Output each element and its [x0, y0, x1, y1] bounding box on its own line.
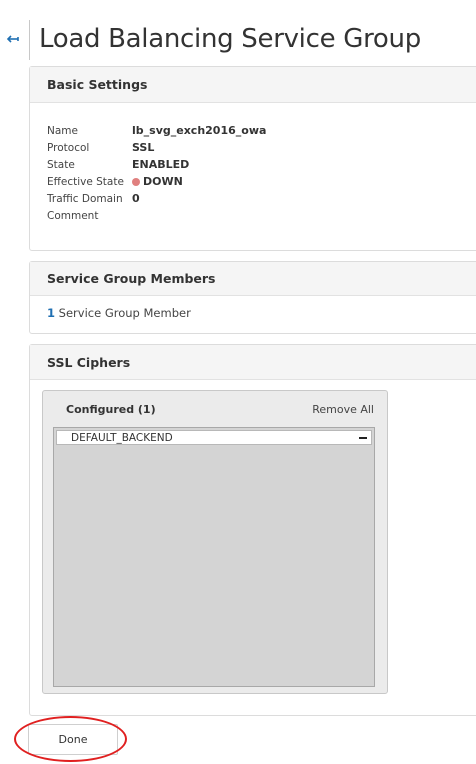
configured-ciphers-box: Configured (1) Remove All DEFAULT_BACKEN…: [42, 390, 388, 694]
setting-label: Name: [47, 124, 78, 137]
list-item[interactable]: DEFAULT_BACKEND: [56, 430, 372, 445]
setting-value: SSL: [132, 141, 155, 154]
effective-state-value: DOWN: [132, 175, 183, 188]
minus-icon[interactable]: [359, 436, 367, 439]
setting-row-protocol: Protocol SSL: [47, 139, 266, 156]
setting-value: lb_svg_exch2016_owa: [132, 124, 267, 137]
done-button[interactable]: Done: [28, 724, 118, 755]
page-title: Load Balancing Service Group: [39, 24, 421, 54]
cipher-name: DEFAULT_BACKEND: [71, 431, 173, 444]
title-divider: [29, 20, 30, 60]
member-count-link[interactable]: 1: [47, 306, 55, 320]
setting-value: 0: [132, 192, 140, 205]
ssl-ciphers-panel: SSL Ciphers Configured (1) Remove All DE…: [29, 344, 476, 716]
setting-label: Protocol: [47, 141, 90, 154]
setting-value: ENABLED: [132, 158, 190, 171]
setting-row-traffic-domain: Traffic Domain 0: [47, 190, 266, 207]
status-dot-icon: [132, 177, 140, 186]
service-group-members-header: Service Group Members: [30, 262, 476, 296]
setting-label: Effective State: [47, 175, 124, 188]
basic-settings-header: Basic Settings: [30, 67, 476, 103]
setting-row-name: Name lb_svg_exch2016_owa: [47, 122, 266, 139]
member-summary: 1 Service Group Member: [30, 296, 476, 330]
setting-label: State: [47, 158, 75, 171]
service-group-members-panel: Service Group Members 1 Service Group Me…: [29, 261, 476, 334]
setting-row-effective-state: Effective State DOWN: [47, 173, 266, 190]
settings-list: Name lb_svg_exch2016_owa Protocol SSL St…: [47, 122, 266, 224]
configured-ciphers-list[interactable]: DEFAULT_BACKEND: [53, 427, 375, 687]
back-arrow-icon[interactable]: [6, 32, 20, 46]
configured-label: Configured (1): [66, 402, 156, 416]
basic-settings-panel: Basic Settings Name lb_svg_exch2016_owa …: [29, 66, 476, 251]
remove-all-link[interactable]: Remove All: [312, 403, 374, 416]
effective-state-text: DOWN: [143, 175, 183, 188]
setting-row-comment: Comment: [47, 207, 266, 224]
configured-ciphers-head: Configured (1) Remove All: [43, 391, 387, 427]
member-label: Service Group Member: [58, 306, 191, 320]
setting-row-state: State ENABLED: [47, 156, 266, 173]
setting-label: Comment: [47, 209, 99, 222]
setting-label: Traffic Domain: [47, 192, 123, 205]
ssl-ciphers-header: SSL Ciphers: [30, 345, 476, 380]
